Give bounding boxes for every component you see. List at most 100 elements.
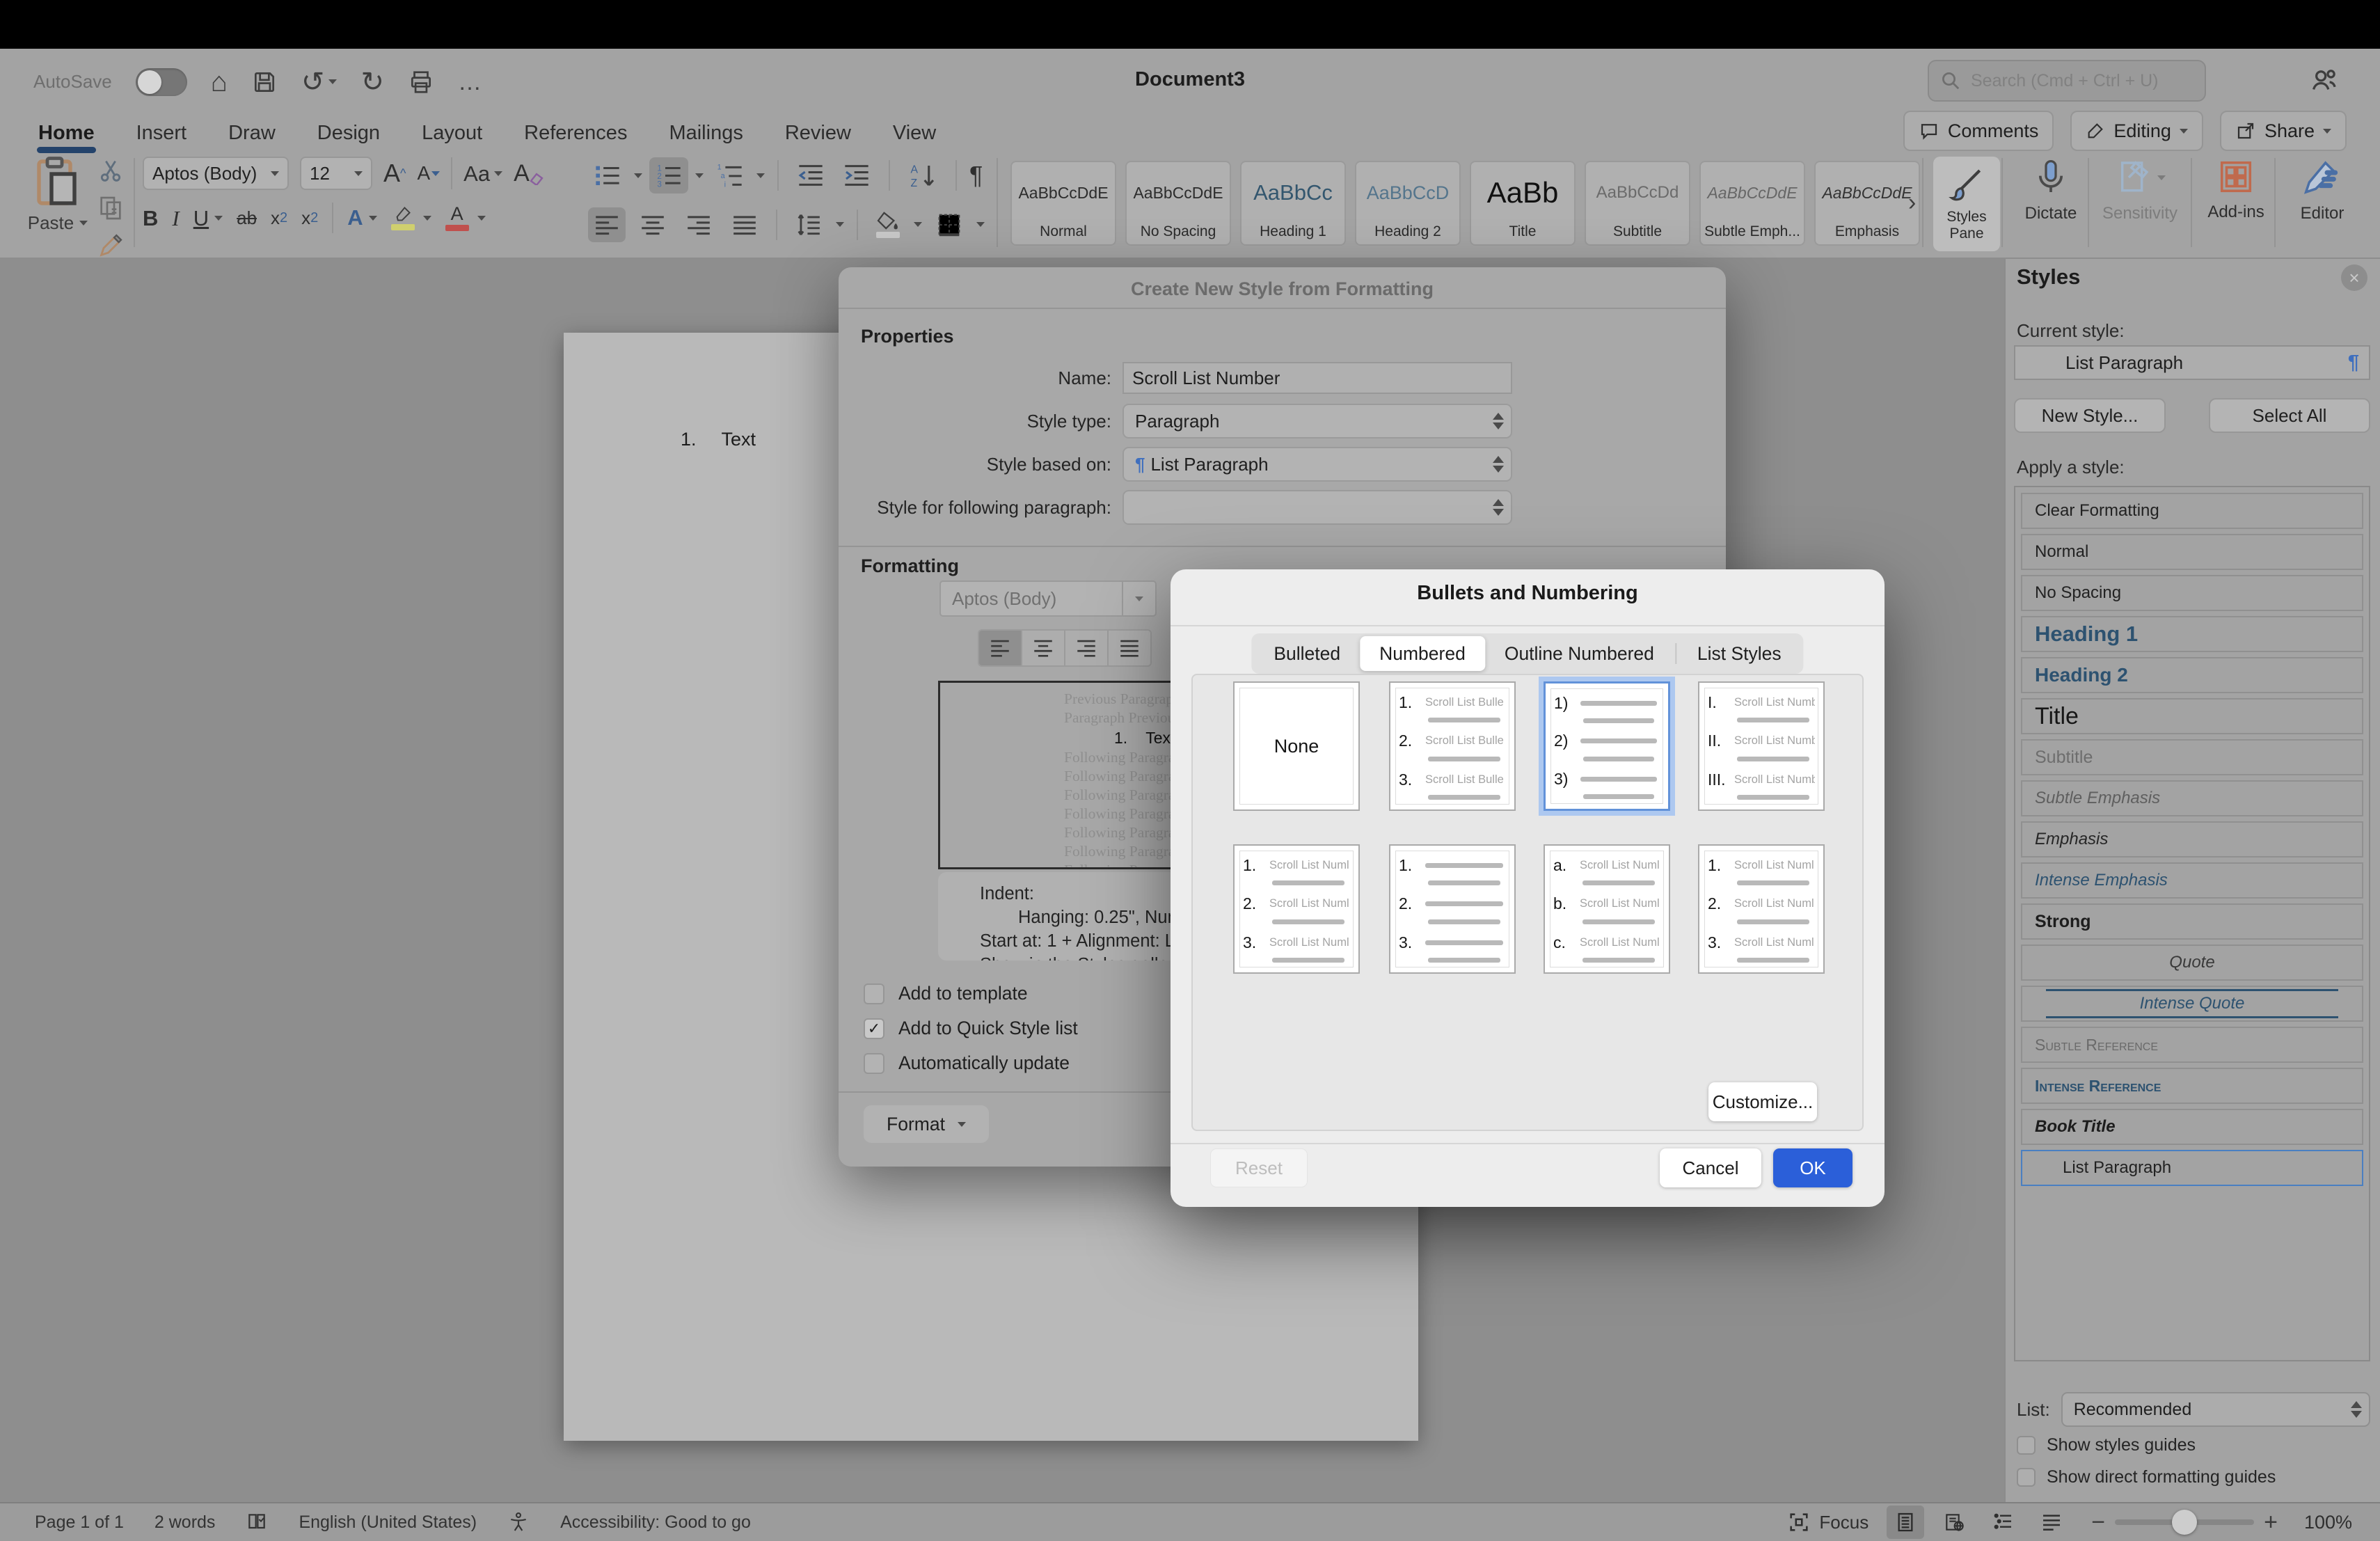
style-name-input[interactable]: Scroll List Number	[1122, 362, 1512, 394]
accessibility-status[interactable]: Accessibility: Good to go	[560, 1512, 751, 1533]
font-color-chevron-icon[interactable]	[477, 216, 486, 221]
dialog-align-center-button[interactable]	[1022, 631, 1065, 665]
tab-mailings[interactable]: Mailings	[669, 122, 743, 145]
undo-icon[interactable]: ↺	[301, 68, 325, 96]
highlight-color-button[interactable]	[391, 206, 415, 230]
style-item-list-paragraph[interactable]: List Paragraph	[2021, 1150, 2363, 1186]
style-gallery-item-normal[interactable]: AaBbCcDdENormal	[1010, 161, 1116, 246]
paste-button[interactable]: Paste	[24, 155, 91, 234]
comments-button[interactable]: Comments	[1903, 111, 2054, 151]
save-icon[interactable]	[251, 69, 278, 95]
share-people-icon[interactable]	[2308, 64, 2340, 96]
numbering-tile-8[interactable]: 1.Scroll List Numl2.Scroll List Numl3.Sc…	[1698, 844, 1825, 974]
dialog-align-right-button[interactable]	[1065, 631, 1109, 665]
style-gallery-item-emphasis[interactable]: AaBbCcDdEEmphasis	[1814, 161, 1920, 246]
style-gallery-item-heading-2[interactable]: AaBbCcDHeading 2	[1355, 161, 1461, 246]
tab-references[interactable]: References	[524, 122, 627, 145]
based-on-select[interactable]: ¶List Paragraph	[1122, 447, 1512, 482]
copy-icon[interactable]	[97, 194, 125, 222]
numbering-tile-5[interactable]: 1.Scroll List Numl2.Scroll List Numl3.Sc…	[1233, 844, 1360, 974]
print-icon[interactable]	[408, 69, 434, 95]
search-input[interactable]: Search (Cmd + Ctrl + U)	[1928, 60, 2206, 102]
home-icon[interactable]: ⌂	[211, 68, 228, 96]
dialog-justify-button[interactable]	[1109, 631, 1150, 665]
dialog-font-select[interactable]: Aptos (Body)	[939, 580, 1157, 617]
tab-home[interactable]: Home	[38, 122, 95, 145]
subscript-button[interactable]: x2	[271, 209, 287, 227]
paste-chevron-icon[interactable]	[79, 221, 88, 226]
ok-button[interactable]: OK	[1773, 1148, 1853, 1187]
style-item-subtle-reference[interactable]: Subtle Reference	[2021, 1027, 2363, 1063]
increase-indent-button[interactable]	[837, 157, 876, 193]
following-paragraph-select[interactable]	[1122, 490, 1512, 525]
numbering-tile-none[interactable]: None	[1233, 681, 1360, 811]
print-layout-view-button[interactable]	[1887, 1506, 1924, 1539]
style-item-title[interactable]: Title	[2021, 698, 2363, 734]
bullets-button[interactable]	[588, 157, 627, 193]
cancel-button[interactable]: Cancel	[1660, 1148, 1761, 1187]
text-effects-button[interactable]: A	[347, 205, 376, 230]
checkbox-show-styles-guides[interactable]	[2017, 1436, 2036, 1455]
line-spacing-chevron-icon[interactable]	[836, 222, 844, 227]
tab-layout[interactable]: Layout	[422, 122, 482, 145]
zoom-in-button[interactable]: +	[2254, 1509, 2287, 1536]
numbering-tile-6[interactable]: 1.2.3.	[1389, 844, 1516, 974]
add-ins-button[interactable]: Add-ins	[2198, 158, 2274, 222]
underline-button[interactable]: U	[193, 207, 223, 229]
borders-chevron-icon[interactable]	[976, 222, 985, 227]
bold-button[interactable]: B	[143, 207, 158, 229]
numbering-tile-3[interactable]: 1)2)3)	[1544, 681, 1670, 811]
tab-review[interactable]: Review	[785, 122, 851, 145]
shading-button[interactable]	[871, 207, 905, 242]
zoom-slider-knob[interactable]	[2172, 1510, 2197, 1535]
numbering-tile-2[interactable]: 1.Scroll List Bulle2.Scroll List Bulle3.…	[1389, 681, 1516, 811]
share-button[interactable]: Share	[2220, 111, 2347, 151]
redo-icon[interactable]: ↻	[360, 68, 384, 96]
change-case-icon[interactable]: Aa	[463, 163, 502, 184]
draft-view-button[interactable]	[2033, 1506, 2070, 1539]
grow-font-icon[interactable]: A^	[383, 161, 406, 186]
style-item-intense-emphasis[interactable]: Intense Emphasis	[2021, 862, 2363, 899]
align-right-button[interactable]	[680, 207, 717, 242]
format-menu-button[interactable]: Format	[864, 1105, 989, 1143]
font-color-button[interactable]: A	[445, 205, 469, 231]
web-layout-view-button[interactable]	[1935, 1506, 1973, 1539]
style-item-intense-quote[interactable]: Intense Quote	[2021, 986, 2363, 1022]
justify-button[interactable]	[726, 207, 763, 242]
style-item-strong[interactable]: Strong	[2021, 903, 2363, 940]
checkbox-add-to-quick-style-list[interactable]: ✓	[864, 1018, 884, 1039]
align-center-button[interactable]	[634, 207, 672, 242]
style-item-quote[interactable]: Quote	[2021, 945, 2363, 981]
numbering-button[interactable]: 123	[649, 157, 688, 193]
proofing-icon[interactable]	[246, 1511, 268, 1533]
new-style-button[interactable]: New Style...	[2014, 398, 2166, 433]
style-gallery-item-no-spacing[interactable]: AaBbCcDdENo Spacing	[1125, 161, 1231, 246]
numbering-chevron-icon[interactable]	[695, 173, 704, 178]
accessibility-icon[interactable]	[507, 1511, 530, 1533]
shrink-font-icon[interactable]: A	[417, 164, 440, 183]
numbering-tile-4[interactable]: I.Scroll List NumberII.Scroll List Numbe…	[1698, 681, 1825, 811]
font-name-select[interactable]: Aptos (Body)	[143, 157, 289, 190]
close-icon[interactable]: ×	[2341, 264, 2367, 291]
style-item-emphasis[interactable]: Emphasis	[2021, 821, 2363, 858]
multilevel-chevron-icon[interactable]	[756, 173, 765, 178]
tab-numbered[interactable]: Numbered	[1360, 636, 1485, 671]
word-count[interactable]: 2 words	[154, 1512, 216, 1533]
dialog-align-left-button[interactable]	[979, 631, 1022, 665]
style-item-heading-1[interactable]: Heading 1	[2021, 616, 2363, 652]
undo-chevron-icon[interactable]	[328, 79, 337, 84]
style-item-clear-formatting[interactable]: Clear Formatting	[2021, 493, 2363, 529]
style-gallery-item-subtle-emph[interactable]: AaBbCcDdESubtle Emph...	[1699, 161, 1805, 246]
tab-view[interactable]: View	[893, 122, 936, 145]
zoom-out-button[interactable]: −	[2081, 1509, 2115, 1536]
style-item-no-spacing[interactable]: No Spacing	[2021, 575, 2363, 611]
editor-button[interactable]: Editor	[2284, 158, 2361, 223]
show-paragraph-marks-button[interactable]: ¶	[969, 163, 983, 188]
cut-icon[interactable]	[97, 157, 125, 184]
styles-pane-button[interactable]: Styles Pane	[1933, 157, 2000, 251]
multilevel-list-button[interactable]: 1ai	[711, 157, 749, 193]
style-item-intense-reference[interactable]: Intense Reference	[2021, 1068, 2363, 1104]
checkbox-show-direct-formatting-guides[interactable]	[2017, 1468, 2036, 1487]
dictate-button[interactable]: Dictate	[2013, 158, 2089, 223]
more-commands-icon[interactable]: …	[458, 70, 482, 94]
